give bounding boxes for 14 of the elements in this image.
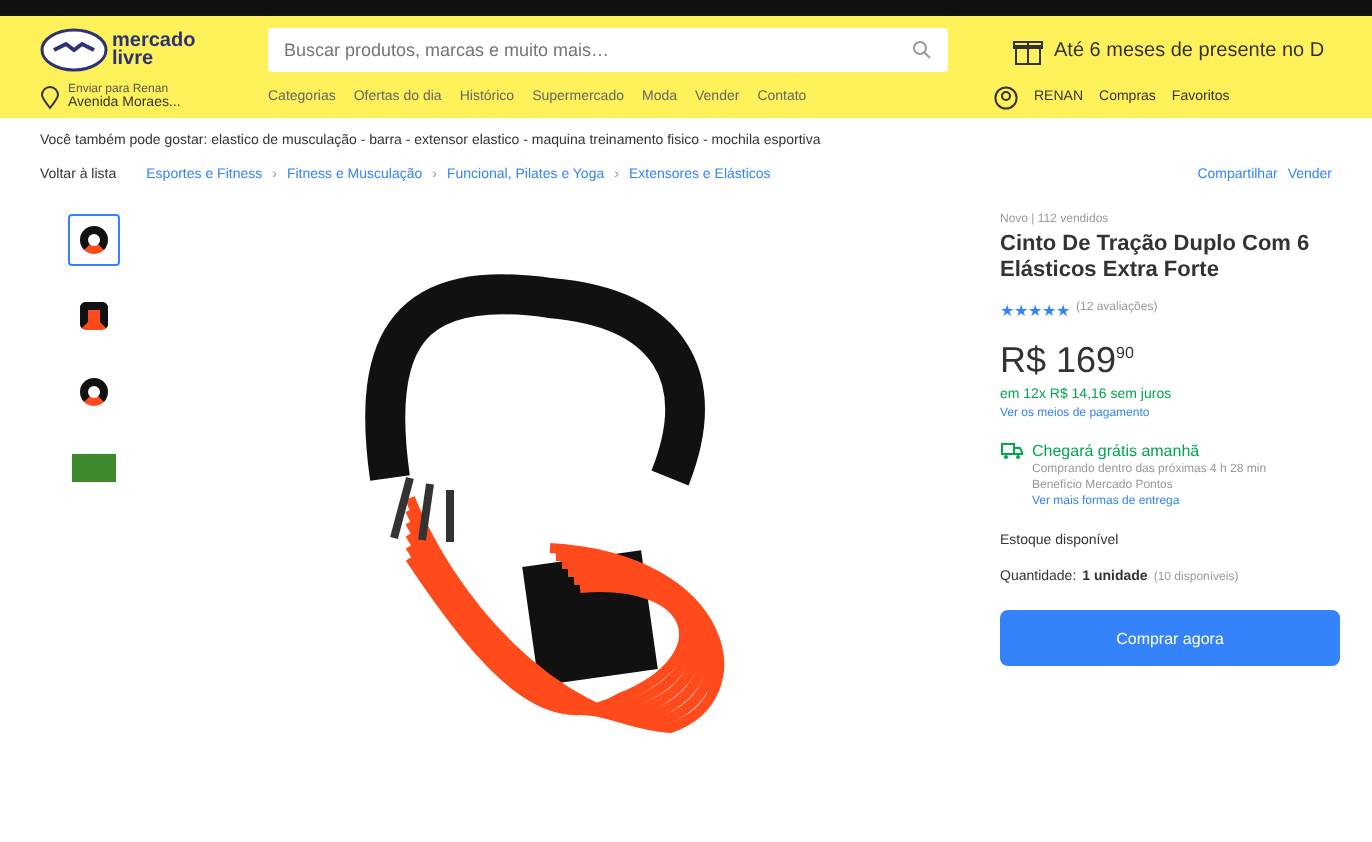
buy-now-button[interactable]: Comprar agora <box>1000 610 1340 666</box>
product-title: Cinto De Tração Duplo Com 6 Elásticos Extra Forte <box>1000 232 1312 284</box>
shipping-title: Chegará grátis amanhã <box>1032 442 1202 460</box>
user-icon[interactable] <box>994 85 1018 109</box>
location-pin-icon <box>40 85 60 109</box>
thumbnail[interactable] <box>68 214 120 266</box>
logo-text[interactable]: mercado livre <box>112 32 196 68</box>
price: R$ 169$^{90}$ <box>1000 340 1136 382</box>
truck-icon <box>1000 442 1024 460</box>
promo-text[interactable]: Até 6 meses de presente no D <box>1054 39 1325 61</box>
star-rating: ★★★★★ <box>1000 300 1070 324</box>
handshake-logo-icon <box>40 28 108 72</box>
search-icon[interactable] <box>912 40 932 60</box>
search-field[interactable]: Buscar produtos, marcas e muito mais… <box>268 28 948 72</box>
